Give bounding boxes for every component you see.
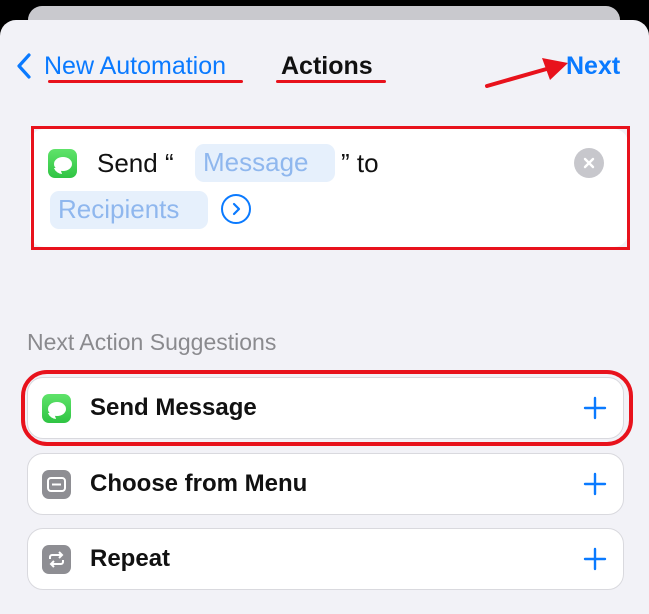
next-button[interactable]: Next [566, 49, 620, 83]
suggestions-header: Next Action Suggestions [27, 329, 277, 355]
page-title: Actions [281, 52, 373, 80]
chevron-left-icon [17, 53, 31, 79]
annotation-box-action-card [31, 126, 630, 250]
annotation-oval-send-message [21, 370, 633, 446]
back-button[interactable]: New Automation [16, 49, 226, 83]
suggestion-label: Repeat [90, 545, 171, 572]
back-button-label: New Automation [44, 52, 227, 80]
add-icon[interactable] [581, 545, 609, 573]
suggestion-label: Choose from Menu [90, 470, 308, 497]
suggestion-choose-from-menu[interactable]: Choose from Menu [27, 453, 624, 515]
suggestion-repeat[interactable]: Repeat [27, 528, 624, 590]
menu-icon [42, 470, 71, 499]
add-icon[interactable] [581, 470, 609, 498]
annotation-underline-back [48, 80, 243, 83]
repeat-icon [42, 545, 71, 574]
screen: New Automation Actions Next Send “ Messa… [0, 0, 649, 614]
annotation-arrow-icon [485, 58, 568, 88]
actions-sheet [0, 20, 649, 614]
annotation-underline-title [276, 80, 386, 83]
